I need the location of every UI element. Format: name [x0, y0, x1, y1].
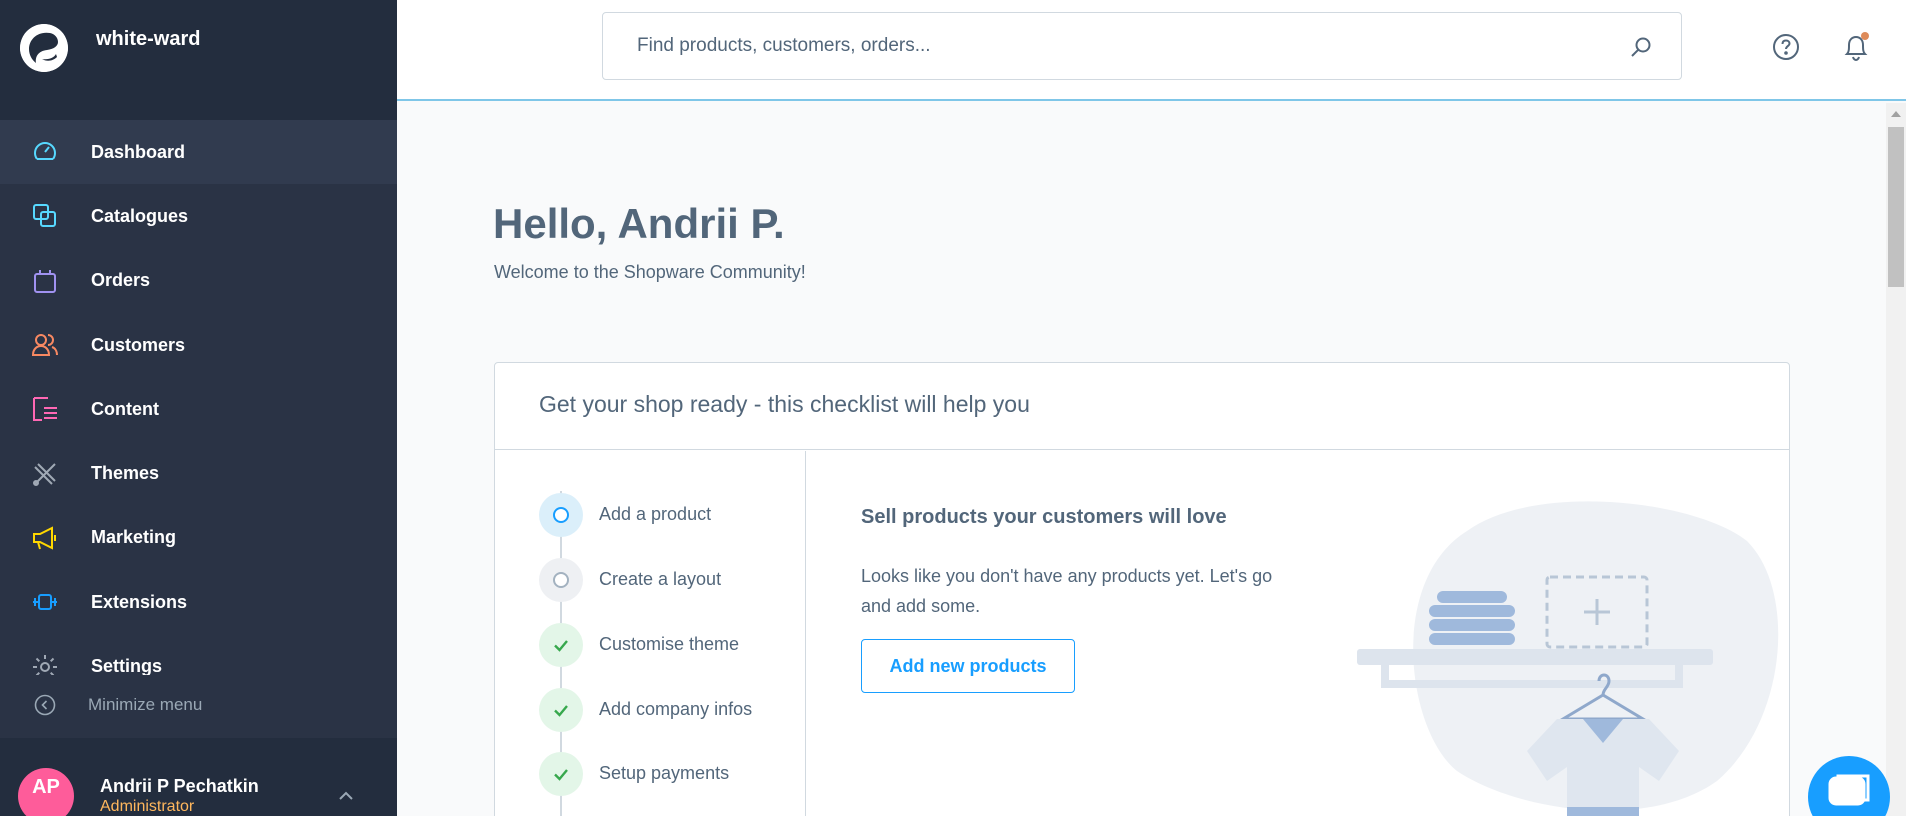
nav-label: Orders [91, 270, 151, 291]
minimize-menu-button[interactable]: Minimize menu [0, 685, 397, 725]
catalogues-icon [30, 201, 60, 231]
checklist-header: Get your shop ready - this checklist wil… [495, 363, 1789, 450]
themes-icon [30, 459, 60, 489]
chat-support-button[interactable] [1808, 756, 1890, 816]
notification-bell-icon[interactable] [1841, 31, 1871, 63]
step-current-icon [539, 493, 583, 537]
user-role: Administrator [100, 798, 195, 815]
search-input[interactable] [603, 13, 1563, 79]
nav-label: Dashboard [91, 141, 186, 162]
checklist-card: Get your shop ready - this checklist wil… [494, 362, 1790, 816]
scroll-up-arrow[interactable] [1891, 111, 1901, 117]
page-greeting: Hello, Andrii P. [493, 200, 785, 247]
customers-icon [30, 330, 60, 360]
orders-icon [30, 266, 60, 296]
sidebar-header: white-ward [0, 0, 397, 120]
avatar: AP [18, 768, 74, 816]
scroll-thumb[interactable] [1888, 127, 1904, 287]
detail-title: Sell products your customers will love [861, 506, 1227, 528]
nav-item-themes[interactable]: Themes [0, 441, 397, 505]
nav-item-extensions[interactable]: Extensions [0, 570, 397, 634]
step-label: Create a layout [599, 569, 722, 589]
checkmark-icon [539, 688, 583, 732]
checklist-title: Get your shop ready - this checklist wil… [539, 391, 1030, 417]
step-todo-icon [539, 558, 583, 602]
settings-icon [30, 652, 60, 675]
nav-label: Customers [91, 334, 186, 355]
welcome-text: Welcome to the Shopware Community! [494, 262, 806, 282]
step-label: Setup payments [599, 763, 730, 783]
dashboard-icon [30, 137, 60, 167]
nav-item-catalogues[interactable]: Catalogues [0, 184, 397, 248]
nav-item-content[interactable]: Content [0, 377, 397, 441]
step-create-layout[interactable]: Create a layout [539, 558, 799, 602]
checkmark-icon [539, 752, 583, 796]
content-icon [30, 394, 60, 424]
extensions-icon [30, 587, 60, 617]
empty-products-illustration [1357, 501, 1779, 816]
checklist-steps: Add a product Create a layout Customise … [495, 451, 806, 816]
step-add-company-infos[interactable]: Add company infos [539, 688, 799, 732]
user-name: Andrii P Pechatkin [100, 776, 259, 796]
shop-name[interactable]: white-ward [96, 28, 200, 51]
chat-bubble-icon [1828, 774, 1870, 806]
nav-label: Content [91, 398, 159, 419]
nav-label: Extensions [91, 591, 188, 612]
marketing-icon [30, 523, 60, 553]
nav-item-orders[interactable]: Orders [0, 249, 397, 313]
checkmark-icon [539, 623, 583, 667]
step-setup-payments[interactable]: Setup payments [539, 752, 799, 796]
add-new-products-button[interactable]: Add new products [861, 639, 1075, 693]
top-bar [397, 0, 1906, 101]
shopware-logo-icon[interactable] [20, 24, 68, 72]
step-label: Add a product [599, 504, 712, 524]
global-search [602, 12, 1682, 80]
chevron-left-circle-icon [34, 694, 56, 716]
step-customise-theme[interactable]: Customise theme [539, 623, 799, 667]
step-label: Customise theme [599, 634, 740, 654]
search-icon[interactable] [1629, 35, 1653, 59]
minimize-menu-label: Minimize menu [88, 695, 203, 714]
chevron-up-icon[interactable] [336, 786, 356, 806]
nav-label: Catalogues [91, 205, 189, 226]
step-label: Add company infos [599, 699, 753, 719]
nav-item-marketing[interactable]: Marketing [0, 506, 397, 570]
help-icon[interactable] [1771, 32, 1801, 62]
nav-item-settings[interactable]: Settings [0, 634, 397, 675]
step-add-product[interactable]: Add a product [539, 493, 799, 537]
checklist-detail: Sell products your customers will love L… [807, 451, 1789, 816]
main-navigation: Dashboard Catalogues Orders Customers Co… [0, 120, 397, 675]
page-scrollbar[interactable] [1886, 103, 1906, 816]
nav-item-customers[interactable]: Customers [0, 313, 397, 377]
nav-label: Marketing [91, 527, 177, 548]
nav-label: Settings [91, 656, 163, 675]
nav-label: Themes [91, 463, 160, 484]
sidebar: white-ward Dashboard Catalogues Orders C… [0, 0, 397, 816]
detail-description: Looks like you don't have any products y… [861, 566, 1273, 616]
nav-item-dashboard[interactable]: Dashboard [0, 120, 397, 185]
